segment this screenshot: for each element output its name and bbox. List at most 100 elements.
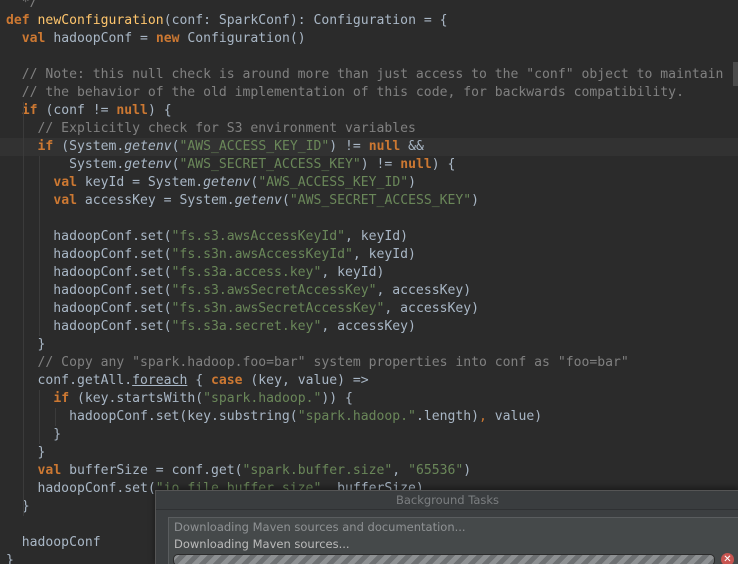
indent-guide [55, 408, 56, 426]
code-line[interactable]: */ [0, 0, 38, 12]
code-token: hadoopConf.set(key.substring( [6, 409, 298, 424]
code-line[interactable]: } [0, 426, 61, 444]
code-token-str: "65536" [408, 463, 464, 478]
code-token: hadoopConf [6, 535, 101, 550]
code-token: hadoopConf.set( [6, 265, 172, 280]
code-token: } [6, 553, 14, 564]
code-token: , keyId) [344, 229, 409, 244]
code-token-str: "AWS_SECRET_ACCESS_KEY" [289, 193, 472, 208]
code-token: .length) [415, 409, 480, 424]
code-line[interactable]: def newConfiguration(conf: SparkConf): C… [0, 12, 447, 30]
code-token-it: getenv [124, 157, 172, 172]
code-token: ) { [431, 157, 456, 172]
code-line[interactable]: val keyId = System.getenv("AWS_ACCESS_KE… [0, 174, 416, 192]
code-token-str: "fs.s3a.access.key" [171, 265, 322, 280]
code-token-kw: val [53, 175, 77, 190]
code-token-kw: null [400, 157, 432, 172]
code-token-it: getenv [203, 175, 251, 190]
code-token: , accessKey) [384, 301, 480, 316]
code-token: } [6, 337, 46, 352]
background-tasks-panel: Background Tasks Downloading Maven sourc… [155, 490, 738, 564]
code-token: hadoopConf.set( [6, 319, 172, 334]
close-icon: ✕ [723, 554, 732, 564]
code-line[interactable]: val accessKey = System.getenv("AWS_SECRE… [0, 192, 479, 210]
code-line[interactable]: hadoopConf.set("fs.s3n.awsSecretAccessKe… [0, 300, 479, 318]
code-token-kw: val [53, 193, 77, 208]
cancel-task-button[interactable]: ✕ [721, 553, 734, 564]
code-token: conf.getAll. [6, 373, 133, 388]
code-token: , [392, 463, 409, 478]
indent-guide [23, 102, 24, 516]
code-token-str: "fs.s3.awsAccessKeyId" [171, 229, 345, 244]
code-line[interactable]: val hadoopConf = new Configuration() [0, 30, 306, 48]
code-token-kw: def [6, 13, 30, 28]
code-token: } [6, 427, 62, 442]
code-token-str: "AWS_SECRET_ACCESS_KEY" [179, 157, 361, 172]
code-line[interactable] [0, 210, 6, 228]
code-line[interactable]: hadoopConf.set("fs.s3.awsAccessKeyId", k… [0, 228, 408, 246]
primary-task-label: Downloading Maven sources and documentat… [174, 520, 466, 534]
code-token-str: "AWS_ACCESS_KEY_ID" [179, 139, 330, 154]
code-token: bufferSize = conf.get( [61, 463, 243, 478]
code-token: (conf != [37, 103, 117, 118]
code-token: { [187, 373, 211, 388]
code-line[interactable]: // the behavior of the old implementatio… [0, 84, 684, 102]
code-line[interactable]: // Explicitly check for S3 environment v… [0, 120, 416, 138]
code-line[interactable]: System.getenv("AWS_SECRET_ACCESS_KEY") !… [0, 156, 455, 174]
task-progress-bar [173, 554, 715, 564]
code-line[interactable]: hadoopConf.set("fs.s3a.access.key", keyI… [0, 264, 384, 282]
code-token: (key.startsWith( [69, 391, 204, 406]
code-line[interactable]: val bufferSize = conf.get("spark.buffer.… [0, 462, 472, 480]
code-token: Configuration() [179, 31, 306, 46]
scrollbar-marker[interactable] [733, 62, 738, 86]
code-line[interactable]: hadoopConf.set("fs.s3a.secret.key", acce… [0, 318, 416, 336]
code-token-kw: case [210, 373, 243, 388]
code-token-kw: null [116, 103, 148, 118]
code-token-kw: new [155, 31, 180, 46]
code-token-str: "spark.buffer.size" [242, 463, 393, 478]
code-token-str: "AWS_ACCESS_KEY_ID" [258, 175, 409, 190]
code-token-str: "spark.hadoop." [297, 409, 416, 424]
code-token-cmt: // the behavior of the old implementatio… [6, 85, 684, 100]
code-token: ) [408, 175, 416, 190]
code-token-kw: if [37, 139, 54, 154]
code-token-str: "fs.s3n.awsSecretAccessKey" [171, 301, 385, 316]
code-token: , keyId) [321, 265, 385, 280]
code-line[interactable]: if (key.startsWith("spark.hadoop.")) { [0, 390, 353, 408]
code-line[interactable]: // Note: this null check is around more … [0, 66, 724, 84]
code-token-it: getenv [234, 193, 282, 208]
code-token-cmt: // Copy any "spark.hadoop.foo=bar" syste… [6, 355, 629, 370]
code-token-cmt: // Explicitly check for S3 environment v… [6, 121, 416, 136]
code-line[interactable]: // Copy any "spark.hadoop.foo=bar" syste… [0, 354, 629, 372]
code-line[interactable]: } [0, 498, 30, 516]
code-line[interactable]: hadoopConf [0, 534, 101, 552]
code-token: hadoopConf.set( [6, 283, 172, 298]
code-line[interactable]: hadoopConf.set(key.substring("spark.hado… [0, 408, 542, 426]
code-token: keyId = System. [76, 175, 204, 190]
code-line[interactable] [0, 516, 6, 534]
code-token-cmt: // Note: this null check is around more … [6, 67, 724, 82]
code-line[interactable]: } [0, 552, 14, 564]
code-line[interactable]: if (conf != null) { [0, 102, 172, 120]
code-token-kw: val [37, 463, 62, 478]
code-editor[interactable]: */ def newConfiguration(conf: SparkConf):… [0, 0, 738, 564]
code-line-current[interactable]: if (System.getenv("AWS_ACCESS_KEY_ID") !… [0, 138, 738, 156]
code-line[interactable] [0, 48, 6, 66]
code-token-kw: val [21, 31, 46, 46]
code-token: hadoopConf.set( [6, 247, 172, 262]
code-line[interactable]: hadoopConf.set("fs.s3.awsSecretAccessKey… [0, 282, 471, 300]
code-line[interactable]: hadoopConf.set("fs.s3n.awsAccessKeyId", … [0, 246, 416, 264]
code-token-op: , [479, 409, 487, 424]
code-token: ) != [329, 139, 369, 154]
code-token: hadoopConf.set( [6, 481, 156, 496]
code-token-kw: if [21, 103, 38, 118]
code-token: hadoopConf = [45, 31, 156, 46]
code-token: ) { [147, 103, 172, 118]
code-line[interactable]: conf.getAll.foreach { case (key, value) … [0, 372, 369, 390]
